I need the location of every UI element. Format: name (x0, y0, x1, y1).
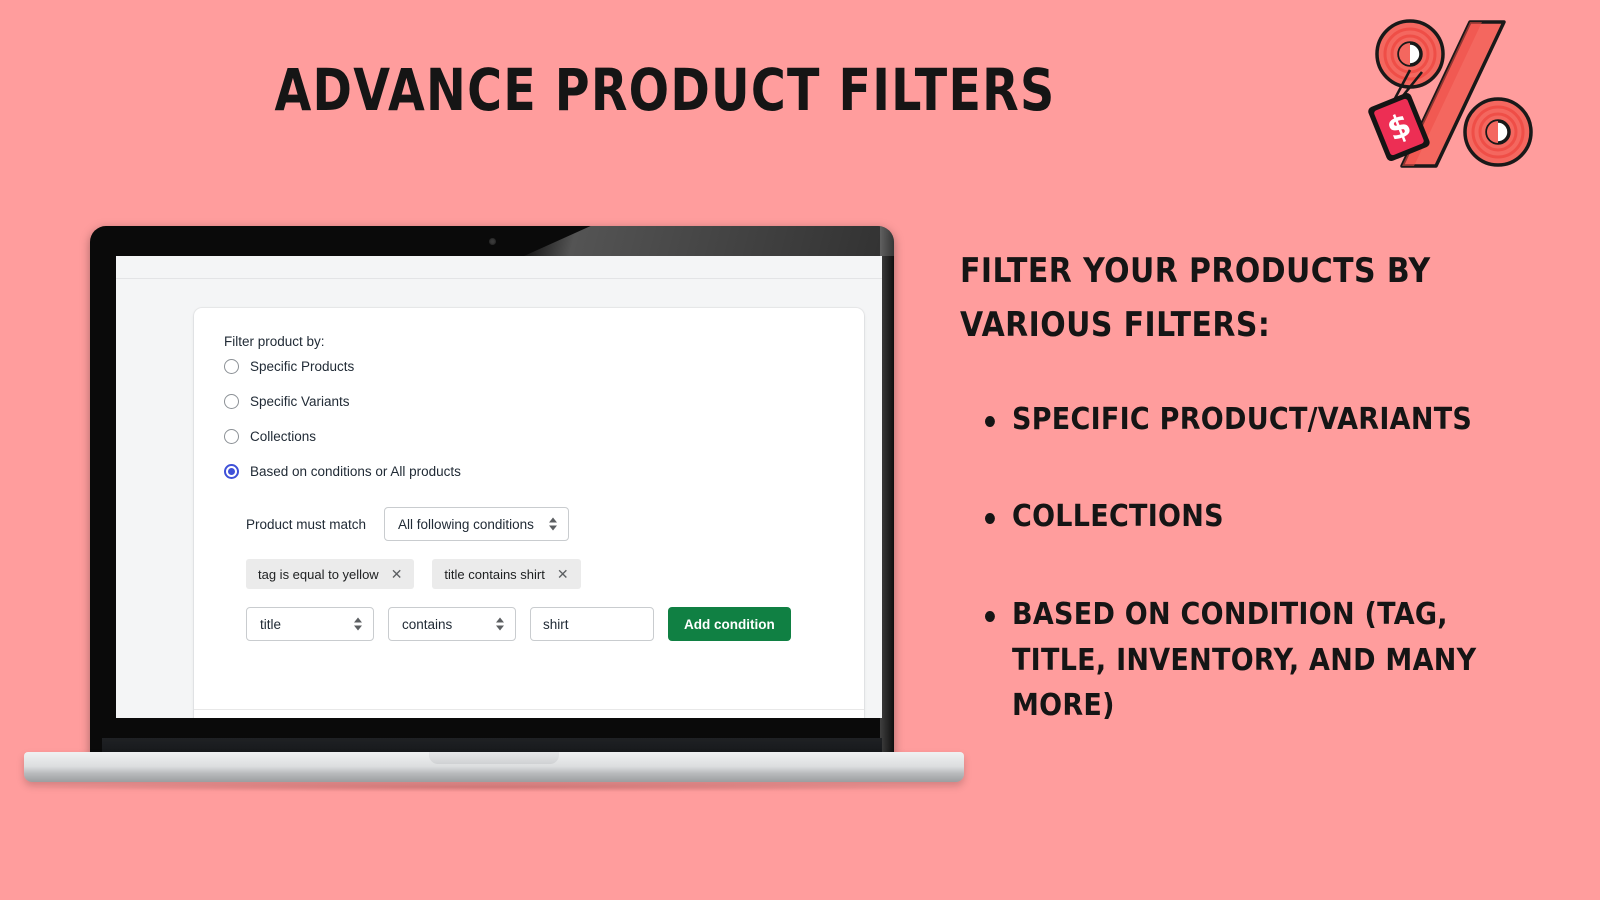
laptop-shadow (34, 782, 954, 792)
conditions-panel: Product must match All following conditi… (224, 507, 834, 641)
radio-label-specific-variants: Specific Variants (250, 394, 350, 409)
radio-label-specific-products: Specific Products (250, 359, 355, 374)
webcam-icon (489, 238, 496, 245)
bezel-gloss-side (880, 226, 894, 756)
card-footer-divider (194, 709, 864, 710)
condition-chip-label: tag is equal to yellow (258, 566, 379, 582)
radio-option-based-on-conditions[interactable]: Based on conditions or All products (224, 464, 834, 479)
right-heading-line-1: FILTER YOUR PRODUCTS BY (960, 251, 1431, 291)
list-item: COLLECTIONS (985, 494, 1505, 540)
condition-field-select-value: title (260, 616, 282, 632)
product-must-match-label: Product must match (246, 516, 367, 532)
radio-option-collections[interactable]: Collections (224, 429, 834, 444)
radio-icon-based-on-conditions[interactable] (224, 464, 239, 479)
radio-option-specific-products[interactable]: Specific Products (224, 359, 834, 374)
close-icon[interactable]: ✕ (391, 567, 403, 581)
right-panel: FILTER YOUR PRODUCTS BY VARIOUS FILTERS:… (960, 244, 1560, 729)
close-icon[interactable]: ✕ (557, 567, 569, 581)
radio-label-collections: Collections (250, 429, 317, 444)
add-condition-button[interactable]: Add condition (668, 607, 791, 641)
list-item: BASED ON CONDITION (TAG, TITLE, INVENTOR… (985, 592, 1505, 729)
feature-bullet-list: SPECIFIC PRODUCT/VARIANTS COLLECTIONS BA… (960, 397, 1560, 729)
radio-icon-collections[interactable] (224, 429, 239, 444)
laptop-base-notch (429, 752, 559, 764)
radio-icon-specific-products[interactable] (224, 359, 239, 374)
condition-operator-select[interactable]: contains (388, 607, 516, 641)
condition-value-input[interactable]: shirt (530, 607, 654, 641)
radio-label-based-on-conditions: Based on conditions or All products (250, 464, 461, 479)
condition-builder-row: title contains shirt Add condition (246, 607, 834, 641)
radio-icon-specific-variants[interactable] (224, 394, 239, 409)
condition-operator-select-value: contains (402, 616, 453, 632)
chevron-updown-icon (354, 617, 362, 631)
match-type-select[interactable]: All following conditions (384, 507, 569, 541)
right-heading-line-2: VARIOUS FILTERS: (960, 305, 1271, 346)
filter-card: Filter product by: Specific Products Spe… (194, 308, 864, 718)
chevron-updown-icon (496, 617, 504, 631)
filter-product-by-label: Filter product by: (224, 334, 325, 349)
condition-chip-label: title contains shirt (444, 566, 545, 582)
condition-field-select[interactable]: title (246, 607, 374, 641)
radio-option-specific-variants[interactable]: Specific Variants (224, 394, 834, 409)
list-item: SPECIFIC PRODUCT/VARIANTS (985, 397, 1505, 443)
percent-discount-tag-icon: $ (1368, 19, 1533, 168)
condition-chip[interactable]: tag is equal to yellow ✕ (246, 559, 415, 589)
page-top-divider (116, 278, 882, 279)
laptop-mockup: Filter product by: Specific Products Spe… (24, 226, 964, 806)
laptop-lid: Filter product by: Specific Products Spe… (90, 226, 894, 756)
chevron-updown-icon (548, 517, 557, 531)
condition-chip[interactable]: title contains shirt ✕ (432, 559, 581, 589)
bezel-gloss (524, 226, 894, 256)
laptop-screen: Filter product by: Specific Products Spe… (116, 256, 882, 718)
page-title: ADVANCE PRODUCT FILTERS (274, 56, 1056, 124)
match-type-select-value: All following conditions (398, 516, 534, 532)
laptop-base (24, 752, 964, 782)
condition-chip-list: tag is equal to yellow ✕ title contains … (246, 559, 834, 589)
product-must-match-row: Product must match All following conditi… (246, 507, 834, 541)
